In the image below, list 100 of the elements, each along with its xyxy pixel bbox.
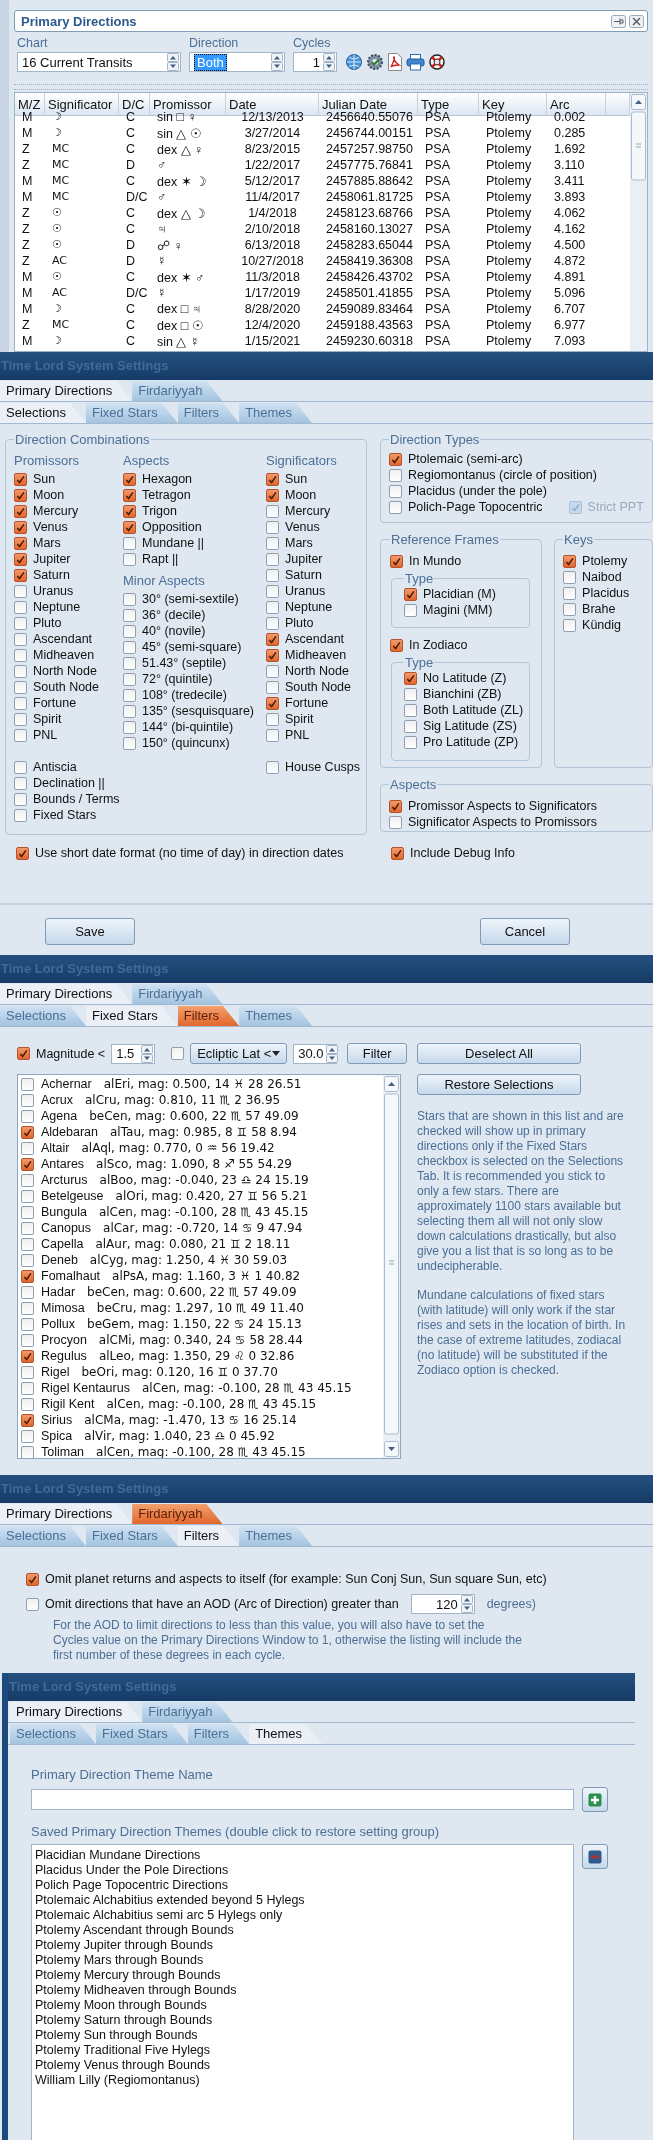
list-item[interactable]: Ptolemy Moon through Bounds — [35, 1998, 573, 2013]
checkbox[interactable] — [14, 472, 27, 486]
checkbox[interactable] — [21, 1413, 34, 1427]
checkbox[interactable] — [14, 760, 27, 774]
deselect-all-button[interactable]: Deselect All — [417, 1043, 581, 1064]
checkbox[interactable] — [14, 632, 27, 646]
tab[interactable]: Firdariyyah — [132, 381, 223, 401]
checkbox[interactable] — [266, 520, 279, 534]
tab[interactable]: Fixed Stars — [96, 1724, 188, 1744]
checkbox[interactable] — [266, 680, 279, 694]
checkbox[interactable] — [21, 1109, 34, 1123]
checkbox[interactable] — [123, 656, 136, 670]
checkbox[interactable] — [14, 552, 27, 566]
checkbox[interactable] — [123, 520, 136, 534]
checkbox[interactable] — [14, 712, 27, 726]
checkbox[interactable] — [123, 536, 136, 550]
checkbox[interactable] — [266, 504, 279, 518]
checkbox[interactable] — [266, 552, 279, 566]
cancel-button[interactable]: Cancel — [480, 918, 570, 945]
checkbox[interactable] — [26, 1597, 39, 1611]
checkbox[interactable] — [266, 584, 279, 598]
tab[interactable]: Filters — [177, 1006, 240, 1026]
checkbox[interactable] — [14, 536, 27, 550]
tab[interactable]: Fixed Stars — [86, 1006, 178, 1026]
checkbox[interactable] — [389, 468, 402, 482]
checkbox[interactable] — [404, 687, 417, 701]
checkbox[interactable] — [21, 1429, 34, 1443]
tab[interactable]: Fixed Stars — [86, 1526, 178, 1546]
checkbox[interactable] — [21, 1221, 34, 1235]
list-item[interactable]: Ptolemy Sun through Bounds — [35, 2028, 573, 2043]
spin-arrows-icon[interactable] — [271, 53, 283, 71]
checkbox[interactable] — [14, 728, 27, 742]
checkbox[interactable] — [404, 703, 417, 717]
checkbox[interactable] — [266, 728, 279, 742]
checkbox[interactable] — [266, 488, 279, 502]
scrollbar[interactable] — [630, 93, 647, 351]
checkbox[interactable] — [21, 1077, 34, 1091]
spin-arrows-icon[interactable] — [167, 53, 179, 71]
checkbox[interactable] — [563, 602, 577, 616]
printer-icon[interactable] — [406, 53, 425, 71]
checkbox[interactable] — [266, 632, 279, 646]
tab[interactable]: Primary Directions — [0, 381, 133, 401]
cycles-field[interactable]: 1 — [293, 52, 337, 72]
checkbox[interactable] — [14, 520, 27, 534]
checkbox[interactable] — [123, 592, 136, 606]
scrollbar[interactable] — [383, 1075, 400, 1458]
checkbox[interactable] — [266, 712, 279, 726]
checkbox[interactable] — [123, 488, 136, 502]
aod-field[interactable]: 120 — [410, 1594, 475, 1614]
checkbox[interactable] — [14, 808, 27, 822]
restore-selections-button[interactable]: Restore Selections — [417, 1074, 581, 1095]
checkbox[interactable] — [21, 1093, 34, 1107]
magnitude-field[interactable]: 1.5 — [111, 1043, 156, 1064]
latitude-field[interactable]: 30.0 — [293, 1043, 338, 1064]
checkbox[interactable] — [26, 1572, 39, 1586]
checkbox[interactable] — [14, 600, 27, 614]
list-item[interactable]: Placidus Under the Pole Directions — [35, 1863, 573, 1878]
checkbox[interactable] — [21, 1317, 34, 1331]
checkbox[interactable] — [266, 472, 279, 486]
list-item[interactable]: Placidian Mundane Directions — [35, 1848, 573, 1863]
list-item[interactable]: Ptolemy Midheaven through Bounds — [35, 1983, 573, 1998]
list-item[interactable]: Ptolemy Traditional Five Hylegs — [35, 2043, 573, 2058]
checkbox[interactable] — [389, 484, 402, 498]
spin-arrows-icon[interactable] — [323, 53, 335, 71]
checkbox[interactable] — [563, 554, 577, 568]
checkbox[interactable] — [266, 760, 279, 774]
checkbox[interactable] — [14, 584, 27, 598]
checkbox[interactable] — [404, 587, 417, 601]
checkbox[interactable] — [21, 1333, 34, 1347]
checkbox[interactable] — [404, 671, 417, 685]
remove-button[interactable] — [582, 1844, 608, 1869]
checkbox[interactable] — [14, 680, 27, 694]
checkbox[interactable] — [390, 554, 403, 568]
checkbox[interactable] — [21, 1125, 34, 1139]
checkbox[interactable] — [21, 1141, 34, 1155]
input-field[interactable] — [31, 1789, 574, 1810]
list-item[interactable]: Ptolemy Mars through Bounds — [35, 1953, 573, 1968]
checkbox[interactable] — [21, 1301, 34, 1315]
checkbox[interactable] — [21, 1381, 34, 1395]
checkbox[interactable] — [389, 500, 402, 514]
checkbox[interactable] — [21, 1349, 34, 1363]
checkbox[interactable] — [389, 452, 402, 466]
spin-arrows-icon[interactable] — [141, 1044, 154, 1063]
tab[interactable]: Firdariyyah — [132, 984, 223, 1004]
checkbox[interactable] — [21, 1173, 34, 1187]
checkbox[interactable] — [21, 1269, 34, 1283]
checkbox[interactable] — [21, 1157, 34, 1171]
checkbox[interactable] — [14, 504, 27, 518]
add-button[interactable] — [582, 1787, 608, 1812]
checkbox[interactable] — [266, 648, 279, 662]
list-item[interactable]: William Lilly (Regiomontanus) — [35, 2073, 573, 2088]
tab[interactable]: Primary Directions — [0, 1504, 133, 1524]
spin-arrows-icon[interactable] — [460, 1595, 473, 1613]
checkbox[interactable] — [17, 1047, 30, 1060]
checkbox[interactable] — [266, 664, 279, 678]
globe-icon[interactable] — [345, 53, 363, 71]
checkbox[interactable] — [123, 704, 136, 718]
lifebuoy-icon[interactable] — [428, 53, 446, 71]
list-item[interactable]: Ptolemy Venus through Bounds — [35, 2058, 573, 2073]
checkbox[interactable] — [123, 504, 136, 518]
